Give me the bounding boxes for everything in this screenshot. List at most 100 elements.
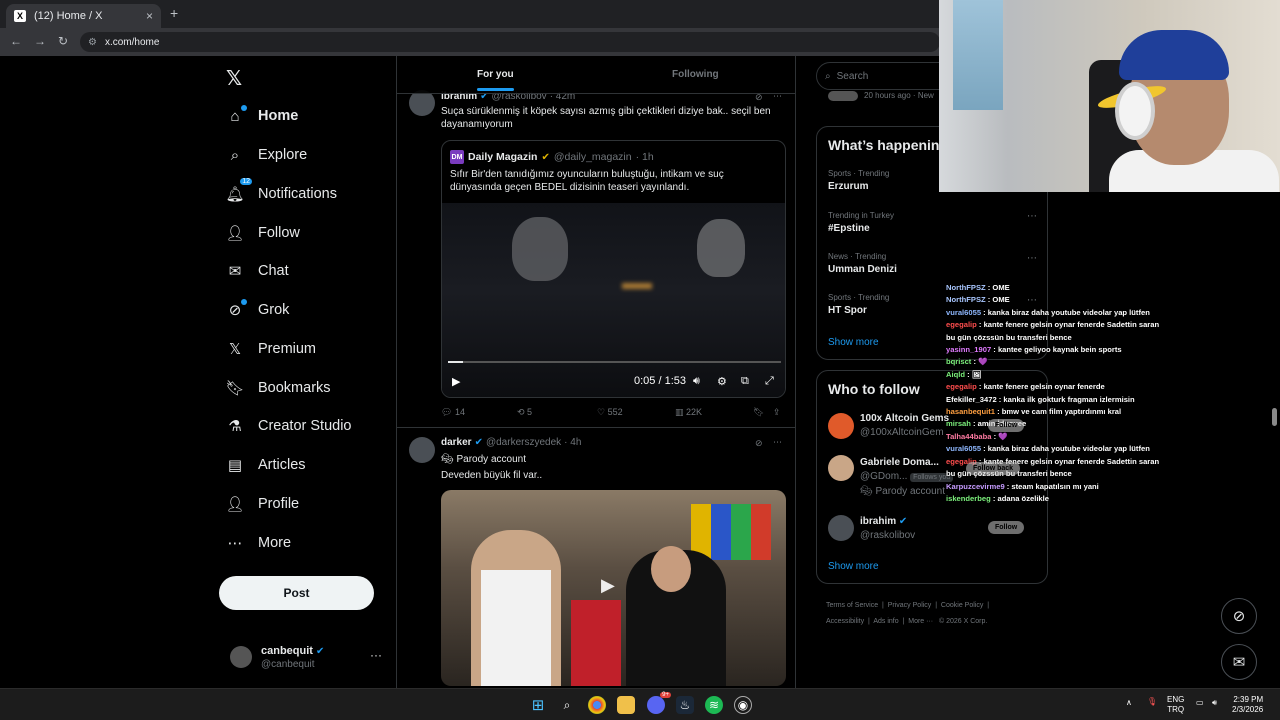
- nav-chat[interactable]: ✉ Chat: [226, 256, 289, 286]
- chat-username: NorthFPSZ: [946, 283, 986, 292]
- account-switcher[interactable]: canbequit ✔ @canbequit ···: [230, 644, 385, 674]
- bell-icon: 🔔︎ 12: [225, 178, 252, 203]
- avatar[interactable]: [828, 413, 854, 439]
- site-info-icon[interactable]: ⚙: [88, 37, 97, 48]
- spotify-icon[interactable]: ≋: [705, 696, 723, 714]
- x-logo-icon[interactable]: 𝕏: [226, 66, 242, 91]
- nav-bookmarks[interactable]: 🔖︎ Bookmarks: [225, 373, 330, 403]
- footer-link[interactable]: Terms of Service: [826, 602, 878, 609]
- add-person-icon: 👤︎: [225, 225, 245, 242]
- volume-icon[interactable]: 🔊︎: [1212, 698, 1217, 708]
- nav-more[interactable]: ⋯ More: [226, 528, 292, 558]
- news-peek[interactable]: 20 hours ago · New: [828, 91, 934, 101]
- avatar[interactable]: [828, 515, 854, 541]
- follow-name[interactable]: Gabriele Doma...: [860, 457, 939, 468]
- tray-overflow-icon[interactable]: ∧: [1126, 698, 1132, 708]
- mic-icon[interactable]: 🎙︎: [1147, 697, 1157, 707]
- language-indicator[interactable]: ENG TRQ: [1167, 695, 1184, 715]
- footer-link[interactable]: Cookie Policy: [941, 602, 983, 609]
- views-button[interactable]: ▥ 22K: [675, 407, 702, 418]
- messages-fab-icon[interactable]: ✉: [1221, 644, 1257, 680]
- trend-name[interactable]: Umman Denizi: [828, 264, 897, 275]
- scrollbar-thumb[interactable]: [1272, 408, 1277, 426]
- footer-link[interactable]: Accessibility: [826, 618, 864, 625]
- x-favicon-icon: X: [14, 10, 26, 22]
- discord-icon[interactable]: 9+: [647, 692, 671, 714]
- nav-follow[interactable]: 👤︎ Follow: [225, 218, 299, 248]
- play-icon[interactable]: ▶: [601, 575, 615, 596]
- url-field[interactable]: ⚙ x.com/home: [80, 32, 940, 52]
- nav-profile[interactable]: 👤︎ Profile: [225, 489, 300, 519]
- overlay-follow-button[interactable]: Follow: [988, 521, 1025, 534]
- video-progress-bar[interactable]: [448, 361, 781, 363]
- chat-message: mirsah : amin İdoovee: [946, 418, 1160, 430]
- reply-button[interactable]: 💬︎ 14: [441, 407, 465, 418]
- reload-icon[interactable]: ↻: [58, 34, 68, 48]
- play-icon[interactable]: ▶: [452, 375, 460, 388]
- fullscreen-icon[interactable]: ⤢: [765, 375, 774, 388]
- quoted-tweet[interactable]: DM Daily Magazin ✔ @daily_magazin · 1h S…: [441, 140, 786, 398]
- show-more-link[interactable]: Show more: [828, 561, 879, 572]
- share-icon[interactable]: ⇪: [773, 407, 781, 418]
- overlay-follow-back-button[interactable]: Follow back: [966, 462, 1021, 475]
- nav-home[interactable]: ⌂ Home: [226, 101, 298, 131]
- nav-explore[interactable]: ⌕ Explore: [226, 140, 307, 170]
- forward-icon[interactable]: →: [34, 34, 46, 48]
- account-menu-icon[interactable]: ···: [370, 648, 382, 662]
- daily-magazin-logo: DM: [450, 150, 464, 164]
- back-icon[interactable]: ←: [10, 34, 22, 48]
- author-name[interactable]: darker: [441, 437, 472, 448]
- settings-icon[interactable]: ⚙: [717, 375, 727, 388]
- repost-button[interactable]: ⟲ 5: [517, 407, 532, 418]
- nav-creator-studio[interactable]: ⚗ Creator Studio: [226, 411, 351, 441]
- obs-icon[interactable]: ◉: [734, 696, 752, 714]
- tab-for-you[interactable]: For you: [477, 69, 514, 91]
- pip-icon[interactable]: ⧉: [741, 375, 749, 388]
- tweet-video[interactable]: ▶: [441, 490, 786, 686]
- nav-label: Profile: [258, 496, 300, 512]
- file-explorer-icon[interactable]: [617, 696, 635, 714]
- avatar[interactable]: [409, 437, 435, 463]
- video-player[interactable]: ▶ 0:05 / 1:53 🔊︎ ⚙ ⧉ ⤢: [442, 203, 785, 397]
- footer-link[interactable]: More ···: [908, 618, 933, 625]
- browser-tab[interactable]: X (12) Home / X ×: [6, 4, 161, 28]
- tab-following[interactable]: Following: [672, 69, 719, 80]
- nav-grok[interactable]: ⊘ Grok: [226, 295, 289, 325]
- trend-name[interactable]: Erzurum: [828, 181, 869, 192]
- more-icon[interactable]: ⋯: [773, 437, 782, 448]
- avatar[interactable]: [828, 455, 854, 481]
- nav-premium[interactable]: 𝕏 Premium: [226, 334, 316, 364]
- footer-link[interactable]: Ads info: [873, 618, 898, 625]
- trend-name[interactable]: HT Spor: [828, 305, 867, 316]
- more-icon[interactable]: ⋯: [1027, 211, 1037, 222]
- bookmark-icon[interactable]: 🔖︎: [753, 407, 764, 418]
- chat-message: Talha44baba : 💜: [946, 431, 1008, 441]
- volume-icon[interactable]: 🔊︎: [693, 375, 700, 388]
- new-tab-icon[interactable]: +: [170, 5, 178, 21]
- show-more-link[interactable]: Show more: [828, 337, 879, 348]
- clock[interactable]: 2:39 PM 2/3/2026: [1232, 695, 1263, 715]
- nav-articles[interactable]: ▤ Articles: [226, 450, 306, 480]
- trend-name[interactable]: #Epstine: [828, 223, 870, 234]
- footer-link[interactable]: Privacy Policy: [888, 602, 932, 609]
- tweet-time[interactable]: · 4h: [564, 437, 581, 448]
- grok-fab-icon[interactable]: ⊘: [1221, 598, 1257, 634]
- like-button[interactable]: ♡ 552: [597, 407, 623, 418]
- tweet-text: Deveden büyük fil var..: [441, 470, 543, 481]
- network-icon[interactable]: ▭: [1196, 698, 1204, 708]
- nav-notifications[interactable]: 🔔︎ 12 Notifications: [225, 178, 337, 209]
- chat-username: iskenderbeg: [946, 493, 991, 503]
- steam-icon[interactable]: ♨: [676, 696, 694, 714]
- follow-name[interactable]: 100x Altcoin Gems: [860, 413, 949, 424]
- author-handle[interactable]: @darkerszyedek: [486, 437, 561, 448]
- more-icon[interactable]: ⋯: [1027, 253, 1037, 264]
- overlay-follow-button[interactable]: Follow: [988, 419, 1025, 432]
- follow-name-row[interactable]: ibrahim ✔: [860, 516, 907, 527]
- chrome-icon[interactable]: [588, 696, 606, 714]
- flask-icon: ⚗: [228, 418, 242, 435]
- post-button[interactable]: Post: [219, 576, 374, 610]
- grok-icon[interactable]: ⊘: [755, 438, 763, 449]
- windows-start-icon[interactable]: ⊞: [529, 696, 547, 714]
- search-icon[interactable]: ⌕: [558, 696, 576, 714]
- tab-close-icon[interactable]: ×: [146, 9, 153, 23]
